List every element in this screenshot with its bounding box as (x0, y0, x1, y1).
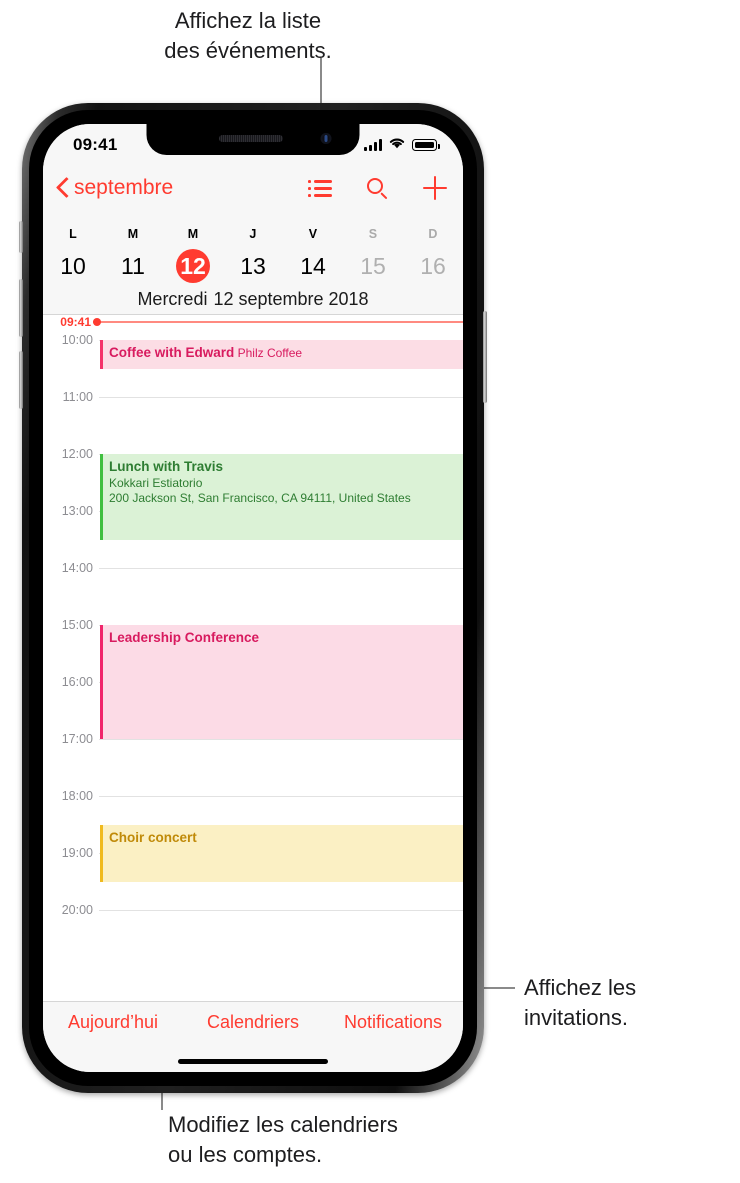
bottom-tab-bar: Aujourd’hui Calendriers Notifications (43, 1001, 463, 1072)
event-subtitle: Philz Coffee (234, 346, 303, 360)
hour-label: 17:00 (61, 732, 93, 746)
home-indicator[interactable] (178, 1059, 328, 1064)
silent-switch[interactable] (19, 221, 23, 253)
day-cell[interactable]: 12 (163, 249, 223, 283)
day-cell[interactable]: 10 (43, 249, 103, 283)
event-accent-bar (100, 824, 103, 882)
navigation-bar: septembre (43, 168, 463, 218)
callout-calendars: Modifiez les calendriers ou les comptes. (168, 1112, 398, 1167)
hour-gridline (99, 739, 463, 740)
day-cell[interactable]: 14 (283, 249, 343, 283)
weekday-initial: D (428, 227, 438, 241)
event-title: Lunch with Travis (109, 459, 224, 474)
week-strip: L M M J V S D 10 11 12 13 14 15 16 Mercredi 12 septem… (43, 218, 463, 315)
back-to-month-button[interactable]: septembre (57, 176, 173, 200)
day-number[interactable]: 10 (56, 249, 90, 283)
iphone-device-frame: 09:41 septembre L M M J V S D 10 11 12 1… (19, 103, 487, 1093)
weekday-initial: L (69, 227, 77, 241)
tab-today[interactable]: Aujourd’hui (43, 1012, 183, 1033)
day-number-row: 10 11 12 13 14 15 16 (43, 241, 463, 283)
hour-label: 12:00 (61, 447, 93, 461)
tab-calendars[interactable]: Calendriers (183, 1012, 323, 1033)
hour-label: 15:00 (61, 618, 93, 632)
weekday-initial: J (249, 227, 257, 241)
device-bezel: 09:41 septembre L M M J V S D 10 11 12 1… (29, 110, 477, 1086)
event-header: Lunch with Travis (109, 458, 463, 476)
nav-actions (308, 176, 447, 200)
event-header: Leadership Conference (109, 629, 463, 647)
volume-up-button[interactable] (19, 279, 23, 337)
calendar-event[interactable]: Lunch with Travis Kokkari Estiatorio 200 J… (100, 454, 463, 540)
add-event-icon[interactable] (423, 176, 447, 200)
event-title: Leadership Conference (109, 630, 260, 645)
volume-down-button[interactable] (19, 351, 23, 409)
chevron-left-icon (57, 177, 70, 199)
event-accent-bar (100, 625, 103, 739)
calendar-event[interactable]: Leadership Conference (100, 625, 463, 739)
current-time-label: 09:41 (60, 314, 91, 329)
hour-gridline (99, 796, 463, 797)
callout-notifications: Affichez les invitations. (524, 975, 637, 1030)
day-number[interactable]: 11 (116, 249, 150, 283)
day-cell[interactable]: 11 (103, 249, 163, 283)
back-button-label: septembre (74, 176, 174, 199)
day-number[interactable]: 15 (356, 249, 390, 283)
hour-gridline (99, 910, 463, 911)
device-screen: 09:41 septembre L M M J V S D 10 11 12 1… (43, 124, 463, 1072)
calendar-event[interactable]: Coffee with Edward Philz Coffee (100, 340, 463, 369)
day-number[interactable]: 16 (416, 249, 450, 283)
wifi-icon (388, 136, 406, 154)
hour-label: 20:00 (61, 903, 93, 917)
hour-gridline (99, 397, 463, 398)
day-cell[interactable]: 15 (343, 249, 403, 283)
weekday-initial: V (308, 227, 318, 241)
current-time-dot (93, 317, 101, 326)
current-time-line (93, 321, 463, 323)
hour-gridline (99, 568, 463, 569)
day-number[interactable]: 14 (296, 249, 330, 283)
status-icons (364, 136, 440, 154)
hour-label: 18:00 (61, 789, 93, 803)
tab-items: Aujourd’hui Calendriers Notifications (43, 1002, 463, 1033)
weekday-initial: S (368, 227, 378, 241)
hour-label: 16:00 (61, 675, 93, 689)
signal-bars-icon (364, 139, 382, 151)
day-cell[interactable]: 13 (223, 249, 283, 283)
event-accent-bar (100, 340, 103, 369)
event-title: Choir concert (109, 829, 197, 845)
battery-icon (412, 139, 440, 151)
event-header: Choir concert (109, 829, 463, 847)
event-accent-bar (100, 454, 103, 540)
search-icon[interactable] (366, 177, 389, 200)
selected-date-weekday: Mercredi (137, 289, 208, 309)
weekday-header-row: LMMJVSD (43, 218, 463, 241)
calendar-event[interactable]: Choir concert (100, 824, 463, 882)
event-detail-line: Kokkari Estiatorio (109, 476, 203, 490)
selected-date-rest: 12 septembre 2018 (213, 289, 369, 309)
hour-label: 13:00 (61, 504, 93, 518)
tab-notifications[interactable]: Notifications (323, 1012, 463, 1033)
event-title: Coffee with Edward (109, 345, 235, 360)
hour-label: 10:00 (61, 333, 93, 347)
front-camera-icon (320, 133, 332, 144)
selected-day-number[interactable]: 12 (176, 249, 210, 283)
hour-label: 19:00 (61, 846, 93, 860)
weekday-initial: M (127, 227, 139, 241)
callout-list-events: Affichez la liste des événements. (164, 8, 332, 63)
device-notch (146, 124, 360, 155)
day-cell[interactable]: 16 (403, 249, 463, 283)
event-header: Coffee with Edward Philz Coffee (109, 344, 463, 362)
event-detail-line: 200 Jackson St, San Francisco, CA 94111,… (109, 491, 411, 505)
earpiece-speaker-icon (218, 135, 283, 142)
hour-label: 11:00 (62, 390, 93, 404)
weekday-initial: M (187, 227, 199, 241)
side-power-button[interactable] (483, 311, 487, 403)
day-number[interactable]: 13 (236, 249, 270, 283)
day-timeline[interactable]: 10:00 11:00 12:00 13:00 14:00 15:00 16:00 17:00… (43, 314, 463, 1002)
hour-label: 14:00 (61, 561, 93, 575)
selected-date-title: Mercredi 12 septembre 2018 (43, 283, 463, 310)
list-view-icon[interactable] (308, 178, 332, 198)
status-time: 09:41 (73, 135, 118, 154)
